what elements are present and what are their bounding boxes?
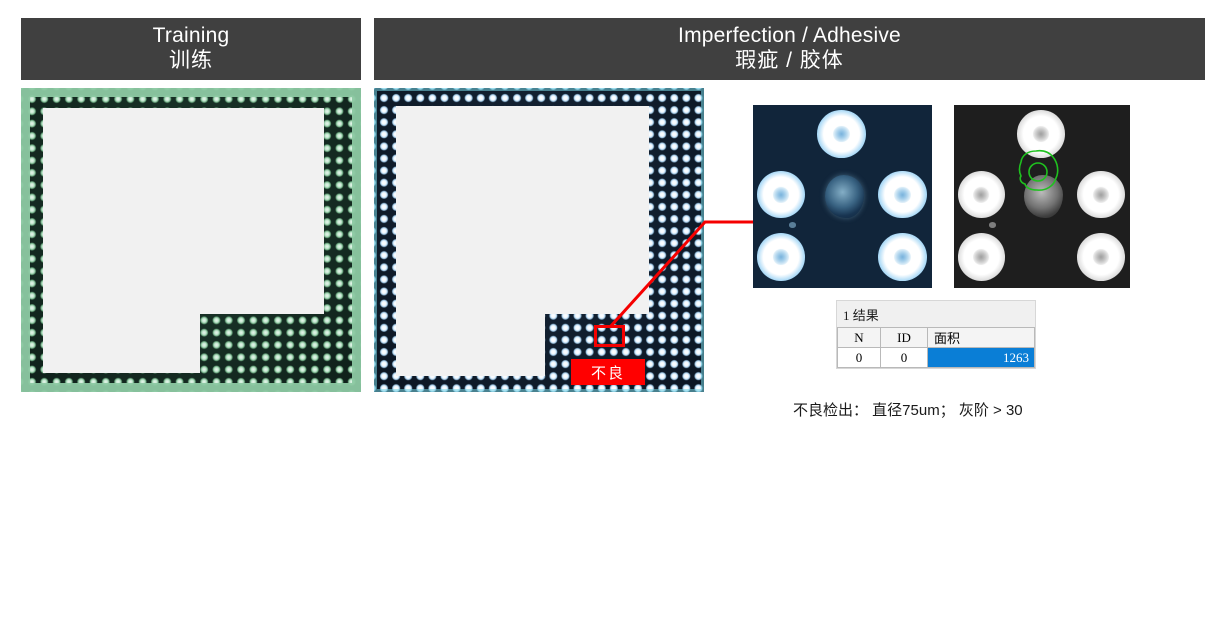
solder-pad: [756, 170, 805, 219]
pad-dimple: [772, 186, 789, 203]
magnified-color-inspection-crop: [753, 105, 932, 288]
panel-header-training-title-en: Training: [152, 24, 230, 48]
panel-header-imperfection-title-cn: 瑕疵 / 胶体: [735, 49, 844, 72]
defect-status-badge: 不良: [571, 359, 645, 385]
pad-dimple: [833, 126, 850, 143]
solder-pad: [878, 233, 927, 281]
pad-dimple: [894, 186, 911, 203]
adhesive-defect-blob: [824, 174, 864, 219]
debris-speck: [788, 222, 796, 228]
pad-dimple: [894, 248, 911, 265]
results-table[interactable]: N ID 面积 0 0 1263: [837, 327, 1035, 368]
die-mask-lower: [43, 314, 200, 373]
magnified-grayscale-contour-crop: [954, 105, 1130, 288]
die-mask-lower: [396, 314, 545, 376]
column-header-id[interactable]: ID: [880, 327, 928, 348]
results-panel: 1 结果 N ID 面积 0 0 1263: [836, 300, 1036, 369]
column-header-n[interactable]: N: [837, 327, 881, 348]
die-mask-main: [43, 108, 324, 314]
panel-header-imperfection-title-en: Imperfection / Adhesive: [678, 24, 901, 48]
cell-n: 0: [837, 347, 881, 368]
die-mask-main: [396, 106, 649, 314]
solder-pad: [878, 170, 927, 219]
panel-header-training: Training 训练: [21, 18, 361, 80]
pad-dimple: [772, 248, 789, 265]
cell-id: 0: [880, 347, 928, 368]
detection-parameters-caption: 不良检出： 直径75um； 灰阶 > 30: [793, 402, 1023, 419]
solder-pad: [817, 110, 866, 159]
bga-substrate-inspection-image: [374, 88, 704, 392]
panel-header-training-title-cn: 训练: [169, 49, 213, 72]
defect-contour-outline: [1018, 149, 1059, 191]
solder-pad: [756, 233, 805, 281]
column-header-area[interactable]: 面积: [927, 327, 1035, 348]
table-row[interactable]: 0 0 1263: [837, 347, 1035, 368]
panel-header-imperfection: Imperfection / Adhesive 瑕疵 / 胶体: [374, 18, 1205, 80]
cell-area: 1263: [927, 347, 1035, 368]
defect-bounding-box: [594, 325, 625, 347]
results-title: 1 结果: [837, 301, 1035, 327]
table-header-row: N ID 面积: [837, 327, 1035, 348]
bga-substrate-training-image: [21, 88, 361, 392]
